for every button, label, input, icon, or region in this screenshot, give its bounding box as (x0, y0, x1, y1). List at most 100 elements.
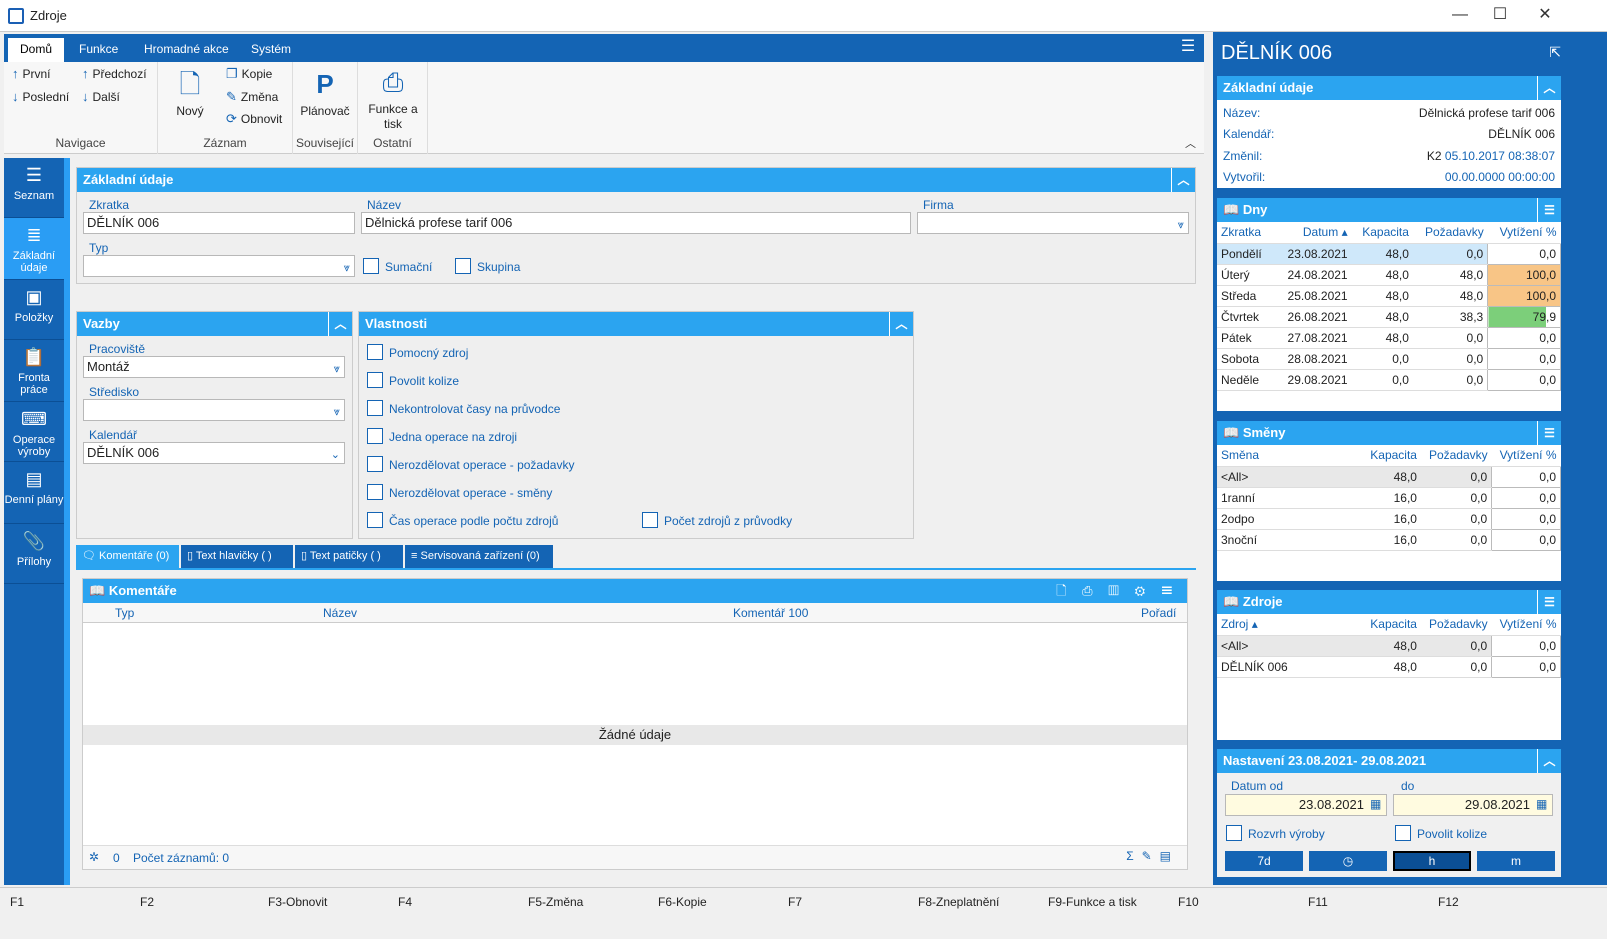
collapse-ribbon-icon[interactable]: ︿ (1185, 135, 1196, 151)
next-button[interactable]: ↓ Další (82, 87, 120, 107)
table-row[interactable]: <All> 48,0 0,0 0,0 (1217, 634, 1561, 657)
table-row[interactable]: Čtvrtek 26.08.2021 48,0 38,3 79,9 (1217, 305, 1561, 328)
fkey[interactable]: F8-Zneplatnění (918, 895, 999, 909)
footer-tool-icons[interactable]: Σ✎▤ (1126, 849, 1179, 863)
prop-checkbox[interactable] (367, 428, 383, 444)
prop-checkbox[interactable] (367, 512, 383, 528)
tab-footer-text[interactable]: ▯ Text patičky ( ) (295, 545, 403, 568)
table-row[interactable]: DĚLNÍK 006 48,0 0,0 0,0 (1217, 655, 1561, 678)
grid-toolbar-icons[interactable]: 🗋 ⎙ ▥ ⚙ ☰ (1056, 579, 1179, 603)
close-icon[interactable]: ✕ (1525, 4, 1565, 28)
fkey[interactable]: F6-Kopie (658, 895, 707, 909)
unit-hours-button[interactable]: h (1393, 851, 1471, 871)
date-from-field[interactable]: 23.08.2021 (1225, 794, 1387, 816)
fkey[interactable]: F12 (1438, 895, 1459, 909)
group-checkbox[interactable] (455, 258, 471, 274)
table-row[interactable]: <All> 48,0 0,0 0,0 (1217, 465, 1561, 488)
menu-icon[interactable]: ☰ (1537, 198, 1561, 222)
prop-checkbox[interactable] (642, 512, 658, 528)
firm-field[interactable]: ⩔ (917, 212, 1189, 234)
nav-denni-plany[interactable]: ▤ Denní plány (4, 462, 64, 524)
menu-icon[interactable]: ☰ (1537, 590, 1561, 614)
chevron-down-icon[interactable]: ⌄ (331, 445, 340, 465)
tab-hromadne-akce[interactable]: Hromadné akce (132, 38, 241, 62)
prop-checkbox[interactable] (367, 372, 383, 388)
col-type[interactable]: Typ (115, 606, 134, 620)
fkey[interactable]: F3-Obnovit (268, 895, 327, 909)
table-row[interactable]: 3noční 16,0 0,0 0,0 (1217, 528, 1561, 551)
tab-comments[interactable]: 🗨 Komentáře (0) (76, 545, 179, 568)
dropdown-icon[interactable]: ⩔ (344, 258, 350, 278)
col-header[interactable]: Datum ▴ (1271, 222, 1352, 244)
change-button[interactable]: ✎ Změna (226, 87, 278, 107)
print-button[interactable]: ⎙ Funkce a tisk (362, 68, 424, 132)
collisions-checkbox[interactable] (1395, 825, 1411, 841)
collapse-icon[interactable]: ︿ (1171, 168, 1195, 192)
table-row[interactable]: Pátek 27.08.2021 48,0 0,0 0,0 (1217, 326, 1561, 349)
table-row[interactable]: Neděle 29.08.2021 0,0 0,0 0,0 (1217, 368, 1561, 391)
collapse-icon[interactable]: ︿ (1537, 76, 1561, 100)
center-field[interactable]: ⩔ (83, 399, 345, 421)
prop-checkbox[interactable] (367, 344, 383, 360)
table-row[interactable]: Sobota 28.08.2021 0,0 0,0 0,0 (1217, 347, 1561, 370)
prop-checkbox[interactable] (367, 456, 383, 472)
menu-icon[interactable]: ☰ (1176, 36, 1200, 60)
col-comment[interactable]: Komentář 100 (733, 606, 808, 620)
col-name[interactable]: Název (323, 606, 357, 620)
col-header[interactable]: Zkratka (1217, 222, 1272, 244)
type-field[interactable]: ⩔ (83, 255, 355, 277)
workplace-field[interactable]: Montáž ⩔ (83, 356, 345, 378)
prop-checkbox[interactable] (367, 484, 383, 500)
date-to-field[interactable]: 29.08.2021 (1393, 794, 1553, 816)
fkey[interactable]: F5-Změna (528, 895, 583, 909)
table-row[interactable]: 1ranní 16,0 0,0 0,0 (1217, 486, 1561, 509)
table-row[interactable]: Pondělí 23.08.2021 48,0 0,0 0,0 (1217, 242, 1561, 265)
fkey[interactable]: F1 (10, 895, 24, 909)
collapse-icon[interactable]: ︿ (1537, 749, 1561, 773)
table-row[interactable]: Úterý 24.08.2021 48,0 48,0 100,0 (1217, 263, 1561, 286)
dropdown-icon[interactable]: ⩔ (334, 359, 340, 379)
schedule-checkbox[interactable] (1226, 825, 1242, 841)
last-button[interactable]: ↓ Poslední (12, 87, 69, 107)
dropdown-icon[interactable]: ⩔ (1178, 215, 1184, 235)
tab-funkce[interactable]: Funkce (67, 38, 130, 62)
external-link-icon[interactable]: ⇱ (1549, 44, 1561, 61)
col-header[interactable]: Požadavky (1412, 222, 1488, 244)
fkey[interactable]: F9-Funkce a tisk (1048, 895, 1137, 909)
name-field[interactable]: Dělnická profese tarif 006 (361, 212, 911, 234)
maximize-icon[interactable]: ☐ (1480, 4, 1520, 28)
calendar-icon[interactable]: ▦ (1536, 797, 1547, 811)
summary-checkbox[interactable] (363, 258, 379, 274)
prop-checkbox[interactable] (367, 400, 383, 416)
tab-system[interactable]: Systém (239, 38, 303, 62)
range-7d-button[interactable]: 7d (1225, 851, 1303, 871)
minimize-icon[interactable]: — (1440, 4, 1480, 28)
table-row[interactable]: 2odpo 16,0 0,0 0,0 (1217, 507, 1561, 530)
nav-zakladni-udaje[interactable]: ≣ Základní údaje (4, 218, 64, 280)
col-header[interactable]: Vytížení % (1487, 222, 1561, 244)
collapse-icon[interactable]: ︿ (328, 312, 352, 336)
fkey[interactable]: F4 (398, 895, 412, 909)
tab-header-text[interactable]: ▯ Text hlavičky ( ) (181, 545, 293, 568)
new-button[interactable]: 🗋 Nový (170, 70, 210, 119)
fkey[interactable]: F2 (140, 895, 154, 909)
fkey[interactable]: F7 (788, 895, 802, 909)
calendar-icon[interactable]: ▦ (1370, 797, 1381, 811)
tab-devices[interactable]: ≡ Servisovaná zařízení (0) (405, 545, 553, 568)
code-field[interactable]: DĚLNÍK 006 (83, 212, 355, 234)
table-row[interactable]: Středa 25.08.2021 48,0 48,0 100,0 (1217, 284, 1561, 307)
dropdown-icon[interactable]: ⩔ (334, 402, 340, 422)
fkey[interactable]: F10 (1178, 895, 1199, 909)
first-button[interactable]: ↑ První (12, 64, 51, 84)
menu-icon[interactable]: ☰ (1537, 421, 1561, 445)
planner-button[interactable]: P Plánovač (297, 70, 353, 119)
nav-operace-vyroby[interactable]: ⌨ Operace výroby (4, 402, 64, 462)
clock-button[interactable]: ◷ (1309, 851, 1387, 871)
nav-prilohy[interactable]: 📎 Přílohy (4, 524, 64, 584)
tab-domu[interactable]: Domů (8, 38, 65, 62)
calendar-field[interactable]: DĚLNÍK 006 ⌄ (83, 442, 345, 464)
prev-button[interactable]: ↑ Předchozí (82, 64, 147, 84)
unit-minutes-button[interactable]: m (1477, 851, 1555, 871)
copy-button[interactable]: ❐ Kopie (226, 64, 272, 84)
nav-fronta-prace[interactable]: 📋 Fronta práce (4, 340, 64, 402)
